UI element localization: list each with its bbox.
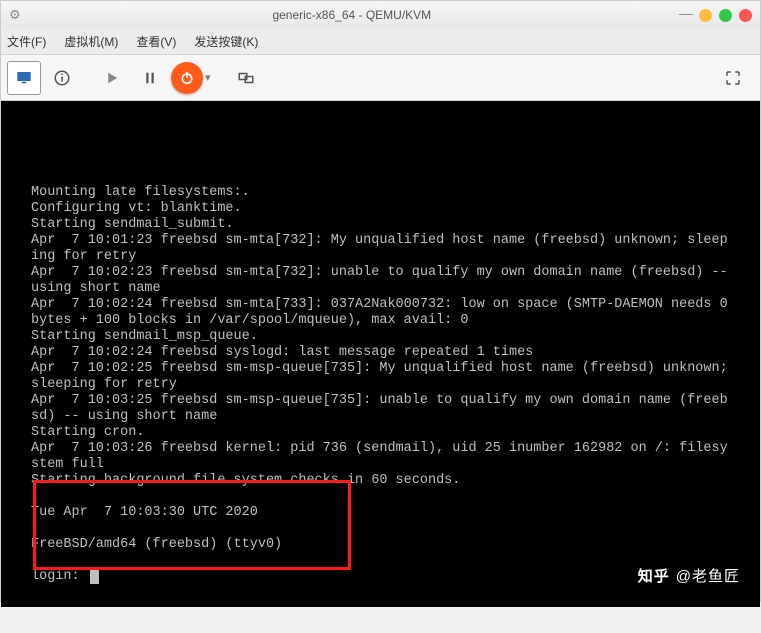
terminal-line: Starting sendmail_submit.: [31, 217, 234, 232]
terminal-line: FreeBSD/amd64 (freebsd) (ttyv0): [31, 537, 282, 552]
terminal-line: Tue Apr 7 10:03:30 UTC 2020: [31, 505, 258, 520]
terminal-line: Apr 7 10:01:23 freebsd sm-mta[732]: My u…: [31, 233, 728, 264]
monitor-icon: [15, 69, 33, 87]
terminal-line: Mounting late filesystems:.: [31, 185, 250, 200]
terminal-cursor: [90, 570, 99, 584]
vm-window: ⚙ generic-x86_64 - QEMU/KVM — 文件(F) 虚拟机(…: [0, 0, 761, 602]
terminal-line: Starting cron.: [31, 425, 144, 440]
minimize-dash-icon[interactable]: —: [679, 1, 693, 21]
highlight-rectangle: [33, 480, 351, 570]
minimize-button[interactable]: [699, 9, 712, 22]
window-controls: [699, 9, 752, 22]
console-button[interactable]: [7, 61, 41, 95]
terminal-line: Apr 7 10:02:24 freebsd sm-mta[733]: 037A…: [31, 297, 736, 328]
fullscreen-icon: [724, 69, 742, 87]
menu-view[interactable]: 查看(V): [136, 33, 176, 50]
window-title: generic-x86_64 - QEMU/KVM: [25, 8, 679, 22]
terminal-line: Starting background file system checks i…: [31, 473, 460, 488]
info-icon: [53, 69, 71, 87]
pause-button[interactable]: [133, 61, 167, 95]
snapshot-button[interactable]: [229, 61, 263, 95]
watermark: 知乎 @老鱼匠: [638, 569, 740, 585]
watermark-author: @老鱼匠: [676, 569, 740, 585]
power-icon: [179, 70, 195, 86]
terminal-output[interactable]: Mounting late filesystems:. Configuring …: [1, 101, 760, 607]
terminal-line: Apr 7 10:03:25 freebsd sm-msp-queue[735]…: [31, 393, 728, 424]
terminal-line: Apr 7 10:02:25 freebsd sm-msp-queue[735]…: [31, 361, 736, 392]
close-button[interactable]: [739, 9, 752, 22]
pause-icon: [141, 69, 159, 87]
terminal-line: Starting sendmail_msp_queue.: [31, 329, 258, 344]
power-button[interactable]: [171, 62, 203, 94]
titlebar: ⚙ generic-x86_64 - QEMU/KVM —: [1, 1, 760, 29]
watermark-brand: 知乎: [638, 569, 670, 585]
fullscreen-button[interactable]: [716, 61, 750, 95]
settings-gear-icon[interactable]: ⚙: [9, 7, 21, 23]
power-menu-chevron-icon[interactable]: ▾: [205, 71, 211, 84]
menu-sendkeys[interactable]: 发送按键(K): [194, 33, 258, 50]
toolbar: ▾: [1, 55, 760, 101]
menu-file[interactable]: 文件(F): [7, 33, 46, 50]
terminal-line: Apr 7 10:03:26 freebsd kernel: pid 736 (…: [31, 441, 728, 472]
maximize-button[interactable]: [719, 9, 732, 22]
terminal-line: Apr 7 10:02:23 freebsd sm-mta[732]: unab…: [31, 265, 736, 296]
info-button[interactable]: [45, 61, 79, 95]
play-button[interactable]: [95, 61, 129, 95]
menu-vm[interactable]: 虚拟机(M): [64, 33, 118, 50]
terminal-line: Apr 7 10:02:24 freebsd syslogd: last mes…: [31, 345, 533, 360]
login-prompt: login:: [31, 569, 88, 584]
play-icon: [103, 69, 121, 87]
menubar: 文件(F) 虚拟机(M) 查看(V) 发送按键(K): [1, 29, 760, 55]
terminal-line: Configuring vt: blanktime.: [31, 201, 242, 216]
screens-icon: [237, 69, 255, 87]
